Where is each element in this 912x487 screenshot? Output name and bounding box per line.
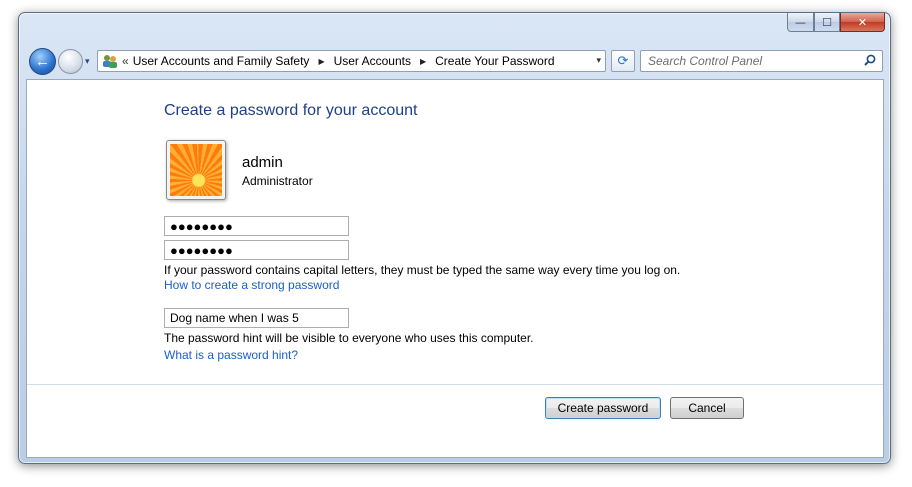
breadcrumb-separator-icon[interactable]: ▶: [420, 57, 426, 66]
breadcrumb-user-accounts-family-safety[interactable]: User Accounts and Family Safety: [133, 54, 310, 68]
recent-pages-dropdown-icon[interactable]: ▾: [85, 56, 90, 67]
minimize-button[interactable]: —: [787, 13, 814, 32]
refresh-icon: ⟳: [617, 53, 629, 68]
cancel-button[interactable]: Cancel: [670, 397, 744, 419]
search-box[interactable]: [640, 50, 883, 72]
flower-picture-icon: [170, 144, 222, 196]
breadcrumb-overflow-icon[interactable]: «: [122, 54, 129, 68]
confirm-password-value: ●●●●●●●●: [170, 242, 233, 258]
divider: [27, 384, 883, 385]
caption-buttons: — ☐ ✕: [787, 13, 885, 32]
forward-arrow-icon: →: [64, 54, 77, 69]
confirm-password-field[interactable]: ●●●●●●●●: [164, 240, 349, 260]
user-name: admin: [242, 154, 283, 171]
strong-password-link[interactable]: How to create a strong password: [164, 278, 339, 292]
password-hint-field[interactable]: Dog name when I was 5: [164, 308, 349, 328]
create-password-button[interactable]: Create password: [545, 397, 661, 419]
address-dropdown-icon[interactable]: ▾: [596, 55, 601, 66]
maximize-button[interactable]: ☐: [814, 13, 840, 32]
control-panel-window: — ☐ ✕ ← → ▾ « User Accounts and Family S…: [18, 12, 891, 464]
breadcrumb-create-your-password[interactable]: Create Your Password: [435, 54, 554, 68]
hint-visibility-note: The password hint will be visible to eve…: [164, 331, 534, 345]
page-title: Create a password for your account: [164, 102, 418, 119]
back-arrow-icon: ←: [35, 53, 50, 70]
password-hint-link[interactable]: What is a password hint?: [164, 348, 298, 362]
breadcrumb-separator-icon[interactable]: ▶: [318, 57, 324, 66]
search-icon[interactable]: [864, 54, 876, 69]
close-button[interactable]: ✕: [840, 13, 885, 32]
search-input[interactable]: [648, 54, 848, 68]
password-hint-value: Dog name when I was 5: [170, 311, 299, 325]
new-password-field[interactable]: ●●●●●●●●: [164, 216, 349, 236]
address-bar[interactable]: « User Accounts and Family Safety ▶ User…: [97, 50, 606, 72]
back-button[interactable]: ←: [29, 48, 56, 75]
caps-lock-note: If your password contains capital letter…: [164, 263, 681, 277]
content-pane: Create a password for your account admin…: [26, 79, 884, 458]
user-role: Administrator: [242, 174, 313, 188]
new-password-value: ●●●●●●●●: [170, 218, 233, 234]
control-panel-users-icon: [100, 52, 120, 70]
breadcrumb-user-accounts[interactable]: User Accounts: [334, 54, 411, 68]
refresh-button[interactable]: ⟳: [611, 50, 635, 72]
forward-button[interactable]: →: [58, 49, 83, 74]
user-picture: [166, 140, 226, 200]
